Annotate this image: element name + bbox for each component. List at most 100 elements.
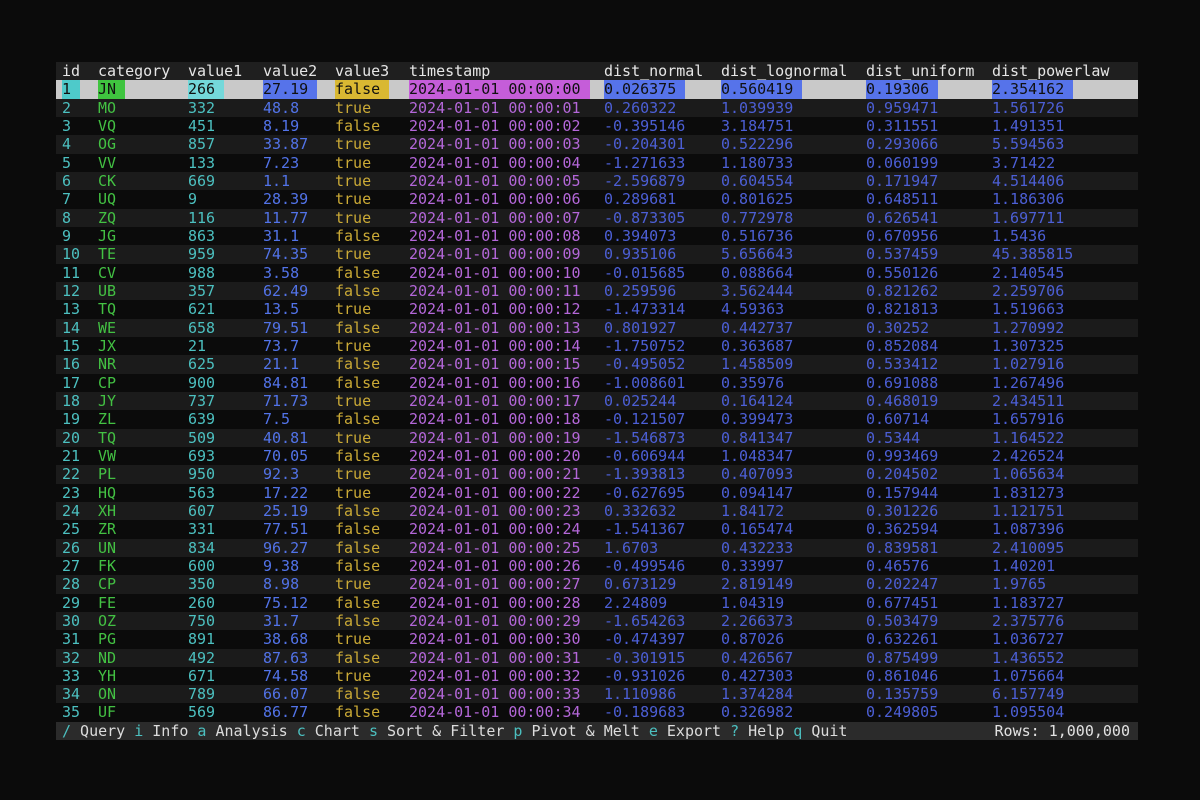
table-row[interactable]: 20TQ50940.81true2024-01-01 00:00:19-1.54… (56, 429, 1138, 447)
cell-dist_lognormal: 2.266373 (721, 612, 866, 630)
table-row[interactable]: 4OG85733.87true2024-01-01 00:00:03-0.204… (56, 135, 1138, 153)
cell-id: 6 (62, 172, 98, 190)
table-row[interactable]: 23HQ56317.22true2024-01-01 00:00:22-0.62… (56, 484, 1138, 502)
statusbar-shortcut-help[interactable]: ? Help (730, 722, 784, 740)
table-row[interactable]: 29FE26075.12false2024-01-01 00:00:282.24… (56, 594, 1138, 612)
statusbar-shortcut-query[interactable]: / Query (62, 722, 125, 740)
cell-dist_uniform: 0.293066 (866, 135, 992, 153)
table-row[interactable]: 2MO33248.8true2024-01-01 00:00:010.26032… (56, 99, 1138, 117)
column-header-dist_powerlaw: dist_powerlaw (992, 62, 1138, 80)
cell-value1: 607 (188, 502, 263, 520)
table-row[interactable]: 3VQ4518.19false2024-01-01 00:00:02-0.395… (56, 117, 1138, 135)
cell-dist_normal: -0.495052 (604, 355, 721, 373)
shortcut-key: i (134, 722, 143, 740)
table-row[interactable]: 7UQ928.39true2024-01-01 00:00:060.289681… (56, 190, 1138, 208)
statusbar-shortcut-sort-filter[interactable]: s Sort & Filter (369, 722, 504, 740)
cell-category: JX (98, 337, 188, 355)
table-row[interactable]: 15JX2173.7true2024-01-01 00:00:14-1.7507… (56, 337, 1138, 355)
statusbar-shortcut-chart[interactable]: c Chart (297, 722, 360, 740)
table-row[interactable]: 10TE95974.35true2024-01-01 00:00:090.935… (56, 245, 1138, 263)
statusbar-shortcut-pivot-melt[interactable]: p Pivot & Melt (513, 722, 639, 740)
cell-value3: false (335, 355, 409, 373)
cell-category: CP (98, 374, 188, 392)
table-row[interactable]: 25ZR33177.51false2024-01-01 00:00:24-1.5… (56, 520, 1138, 538)
cell-value2: 38.68 (263, 630, 335, 648)
statusbar-shortcut-export[interactable]: e Export (649, 722, 721, 740)
cell-id: 11 (62, 264, 98, 282)
column-header-category: category (98, 62, 188, 80)
cell-dist_normal: -0.499546 (604, 557, 721, 575)
table-row[interactable]: 19ZL6397.5false2024-01-01 00:00:18-0.121… (56, 410, 1138, 428)
cell-dist_uniform: 0.301226 (866, 502, 992, 520)
cell-dist_normal: 1.110986 (604, 685, 721, 703)
table-row[interactable]: 9JG86331.1false2024-01-01 00:00:080.3940… (56, 227, 1138, 245)
cell-value1: 621 (188, 300, 263, 318)
cell-dist_lognormal: 0.560419 (721, 80, 866, 98)
table-row[interactable]: 5VV1337.23true2024-01-01 00:00:04-1.2716… (56, 154, 1138, 172)
table-row[interactable]: 33YH67174.58true2024-01-01 00:00:32-0.93… (56, 667, 1138, 685)
cell-value2: 66.07 (263, 685, 335, 703)
table-row[interactable]: 17CP90084.81false2024-01-01 00:00:16-1.0… (56, 374, 1138, 392)
cell-value2: 48.8 (263, 99, 335, 117)
table-row[interactable]: 18JY73771.73true2024-01-01 00:00:170.025… (56, 392, 1138, 410)
cell-value2: 71.73 (263, 392, 335, 410)
cell-value3: false (335, 410, 409, 428)
cell-category: TQ (98, 300, 188, 318)
table-row[interactable]: 34ON78966.07false2024-01-01 00:00:331.11… (56, 685, 1138, 703)
cell-value3: true (335, 630, 409, 648)
cell-value3: false (335, 264, 409, 282)
table-row[interactable]: 27FK6009.38false2024-01-01 00:00:26-0.49… (56, 557, 1138, 575)
table-row[interactable]: 35UF56986.77false2024-01-01 00:00:34-0.1… (56, 703, 1138, 721)
shortcut-key: e (649, 722, 658, 740)
table-row[interactable]: 13TQ62113.5true2024-01-01 00:00:12-1.473… (56, 300, 1138, 318)
cell-timestamp: 2024-01-01 00:00:03 (409, 135, 604, 153)
cell-value2: 17.22 (263, 484, 335, 502)
cell-value3: true (335, 190, 409, 208)
cell-dist_lognormal: 0.407093 (721, 465, 866, 483)
table-row[interactable]: 30OZ75031.7false2024-01-01 00:00:29-1.65… (56, 612, 1138, 630)
table-row[interactable]: 32ND49287.63false2024-01-01 00:00:31-0.3… (56, 649, 1138, 667)
cell-dist_uniform: 0.632261 (866, 630, 992, 648)
cell-dist_normal: 0.025244 (604, 392, 721, 410)
table-row[interactable]: 26UN83496.27false2024-01-01 00:00:251.67… (56, 539, 1138, 557)
table-row[interactable]: 24XH60725.19false2024-01-01 00:00:230.33… (56, 502, 1138, 520)
cell-dist_uniform: 0.503479 (866, 612, 992, 630)
cell-value1: 266 (188, 80, 263, 98)
cell-id: 4 (62, 135, 98, 153)
cell-category: ZL (98, 410, 188, 428)
table-row[interactable]: 6CK6691.1true2024-01-01 00:00:05-2.59687… (56, 172, 1138, 190)
table-row[interactable]: 31PG89138.68true2024-01-01 00:00:30-0.47… (56, 630, 1138, 648)
cell-id: 2 (62, 99, 98, 117)
cell-dist_normal: -0.931026 (604, 667, 721, 685)
table-row[interactable]: 16NR62521.1false2024-01-01 00:00:15-0.49… (56, 355, 1138, 373)
cell-dist_uniform: 0.861046 (866, 667, 992, 685)
shortcut-label: Chart (306, 722, 360, 740)
table-row[interactable]: 28CP3508.98true2024-01-01 00:00:270.6731… (56, 575, 1138, 593)
cell-value1: 988 (188, 264, 263, 282)
cell-category: JN (98, 80, 188, 98)
statusbar-shortcut-analysis[interactable]: a Analysis (197, 722, 287, 740)
cell-dist_uniform: 0.993469 (866, 447, 992, 465)
cell-dist_uniform: 0.959471 (866, 99, 992, 117)
cell-value1: 658 (188, 319, 263, 337)
cell-dist_lognormal: 0.088664 (721, 264, 866, 282)
cell-dist_lognormal: 3.184751 (721, 117, 866, 135)
table-row[interactable]: 22PL95092.3true2024-01-01 00:00:21-1.393… (56, 465, 1138, 483)
cell-value2: 84.81 (263, 374, 335, 392)
table-row-selected[interactable]: 1JN26627.19false2024-01-01 00:00:000.026… (56, 80, 1138, 98)
column-header-timestamp: timestamp (409, 62, 604, 80)
statusbar-shortcut-info[interactable]: i Info (134, 722, 188, 740)
cell-value1: 332 (188, 99, 263, 117)
table-row[interactable]: 21VW69370.05false2024-01-01 00:00:20-0.6… (56, 447, 1138, 465)
table-row[interactable]: 14WE65879.51false2024-01-01 00:00:130.80… (56, 319, 1138, 337)
statusbar-shortcut-quit[interactable]: q Quit (793, 722, 847, 740)
table-row[interactable]: 12UB35762.49false2024-01-01 00:00:110.25… (56, 282, 1138, 300)
table-row[interactable]: 11CV9883.58false2024-01-01 00:00:10-0.01… (56, 264, 1138, 282)
cell-timestamp: 2024-01-01 00:00:19 (409, 429, 604, 447)
table-row[interactable]: 8ZQ11611.77true2024-01-01 00:00:07-0.873… (56, 209, 1138, 227)
cell-value3: false (335, 703, 409, 721)
cell-dist_normal: 0.673129 (604, 575, 721, 593)
cell-dist_powerlaw: 1.5436 (992, 227, 1138, 245)
cell-dist_uniform: 0.648511 (866, 190, 992, 208)
cell-dist_lognormal: 0.426567 (721, 649, 866, 667)
